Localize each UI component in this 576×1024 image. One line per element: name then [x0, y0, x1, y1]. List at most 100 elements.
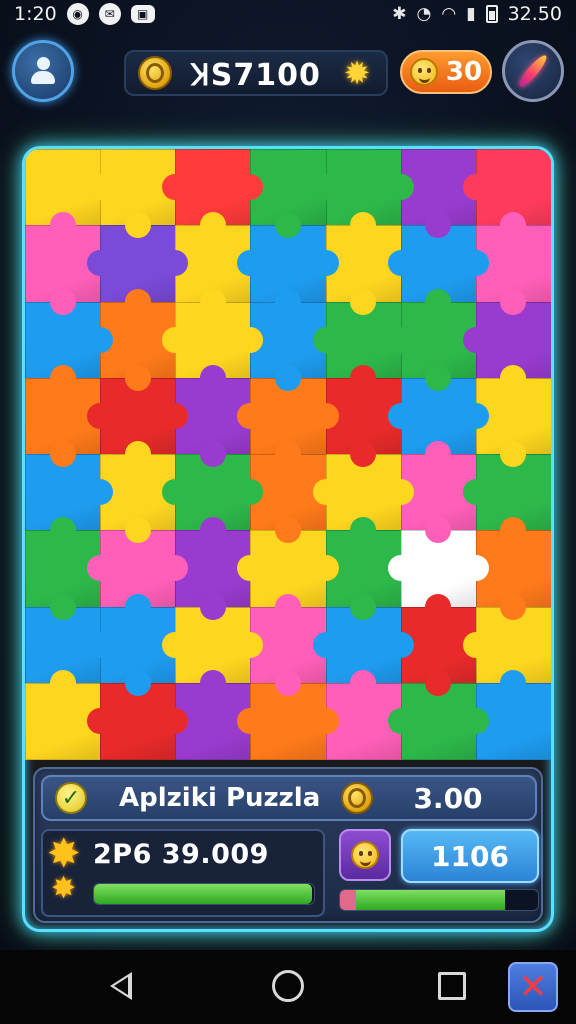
info-panel: ✓ Aplziki Puzzla 3.00 ✸ ✸ 2P6 39.009 110…	[33, 767, 543, 923]
gear-icon[interactable]: ✹	[340, 56, 374, 90]
recents-icon[interactable]	[438, 972, 466, 1000]
puzzle-tab	[49, 212, 76, 239]
puzzle-tab	[387, 707, 414, 734]
puzzle-tab	[462, 479, 489, 506]
puzzle-tab	[199, 212, 226, 239]
level-value: 1106	[431, 839, 509, 873]
puzzle-title: Aplziki Puzzla	[119, 783, 321, 813]
puzzle-tab	[312, 631, 339, 658]
puzzle-tab	[312, 326, 339, 353]
puzzle-title-bar: ✓ Aplziki Puzzla 3.00	[41, 775, 537, 821]
home-icon[interactable]	[272, 970, 304, 1002]
puzzle-board[interactable]	[25, 149, 551, 760]
puzzle-tab	[312, 402, 339, 429]
puzzle-tab	[124, 288, 151, 315]
character-button[interactable]	[339, 829, 391, 881]
puzzle-tab	[199, 288, 226, 315]
puzzle-tab	[162, 326, 189, 353]
coin-icon	[138, 56, 172, 90]
boost-button[interactable]	[502, 40, 564, 102]
puzzle-tab	[425, 593, 452, 620]
coin-icon	[341, 782, 373, 814]
puzzle-tab	[500, 288, 527, 315]
puzzle-tab	[350, 669, 377, 696]
puzzle-tab	[237, 326, 264, 353]
puzzle-tab	[199, 441, 226, 467]
puzzle-tab	[49, 364, 76, 391]
message-icon: ✉	[98, 3, 121, 25]
puzzle-tab	[387, 402, 414, 429]
puzzle-tab	[124, 517, 151, 544]
puzzle-tab	[500, 669, 527, 696]
puzzle-tab	[425, 669, 452, 696]
status-right: ✱ ◔ ◠ ▮ 32.50	[392, 3, 562, 25]
lives-count: 30	[445, 57, 483, 87]
puzzle-tab	[312, 707, 339, 734]
puzzle-tab	[312, 250, 339, 277]
puzzle-tab	[199, 364, 226, 391]
level-progress-bar	[339, 889, 539, 911]
puzzle-tab	[275, 669, 301, 696]
puzzle-tab	[387, 631, 414, 658]
puzzle-tab	[87, 707, 114, 734]
coin-balance[interactable]: ꞰS7100 ✹	[124, 50, 388, 96]
puzzle-tab	[350, 593, 377, 620]
puzzle-tab	[462, 402, 489, 429]
navigation-bar: ✕	[0, 950, 576, 1024]
xp-bar	[93, 883, 315, 905]
puzzle-tab	[275, 441, 301, 467]
puzzle-tab	[312, 174, 339, 201]
puzzle-tab	[275, 364, 301, 391]
wifi-icon: ◠	[441, 4, 457, 24]
feather-icon	[516, 52, 550, 90]
puzzle-tab	[199, 517, 226, 544]
puzzle-tab	[49, 593, 76, 620]
puzzle-tab	[312, 479, 339, 506]
puzzle-tab	[387, 174, 414, 201]
puzzle-tab	[387, 479, 414, 506]
lives-counter[interactable]: 30	[400, 50, 492, 94]
stat-value: 2P6 39.009	[93, 839, 269, 870]
back-icon[interactable]	[110, 972, 132, 1000]
profile-button[interactable]	[12, 40, 74, 102]
close-button[interactable]: ✕	[508, 962, 558, 1012]
puzzle-tab	[425, 364, 452, 391]
puzzle-tab	[199, 593, 226, 620]
puzzle-frame: ✓ Aplziki Puzzla 3.00 ✸ ✸ 2P6 39.009 110…	[22, 146, 554, 932]
puzzle-tab	[49, 669, 76, 696]
puzzle-tab	[162, 402, 189, 429]
puzzle-tab	[500, 364, 527, 391]
puzzle-tab	[49, 441, 76, 467]
puzzle-tab	[124, 669, 151, 696]
puzzle-tab	[124, 593, 151, 620]
puzzle-tab	[462, 174, 489, 201]
puzzle-tab	[124, 441, 151, 467]
status-clock: 32.50	[507, 3, 562, 25]
puzzle-tab	[387, 250, 414, 277]
puzzle-tab	[275, 288, 301, 315]
puzzle-tab	[162, 707, 189, 734]
puzzle-tab	[462, 326, 489, 353]
notification-icon: ◉	[66, 3, 89, 25]
puzzle-tab	[124, 212, 151, 239]
status-bar: 1:20 ◉ ✉ ▣ ✱ ◔ ◠ ▮ 32.50	[0, 0, 576, 28]
app-icon: ▣	[130, 5, 155, 23]
xp-bar-fill	[94, 884, 312, 904]
stats-box: ✸ ✸ 2P6 39.009	[41, 829, 325, 917]
signal-icon: ▮	[466, 4, 476, 24]
status-left: 1:20 ◉ ✉ ▣	[14, 3, 155, 25]
puzzle-tab	[87, 402, 114, 429]
level-button[interactable]: 1106	[401, 829, 539, 883]
puzzle-tab	[462, 707, 489, 734]
coin-amount: ꞰS7100	[191, 57, 321, 93]
puzzle-tab	[124, 364, 151, 391]
puzzle-tab	[350, 441, 377, 467]
puzzle-tab	[49, 288, 76, 315]
puzzle-tab	[237, 631, 264, 658]
alarm-icon: ◔	[416, 4, 432, 24]
puzzle-tab	[87, 326, 114, 353]
puzzle-tab	[162, 631, 189, 658]
puzzle-tab	[49, 517, 76, 544]
smiley-icon	[351, 841, 379, 869]
puzzle-tab	[500, 593, 527, 620]
